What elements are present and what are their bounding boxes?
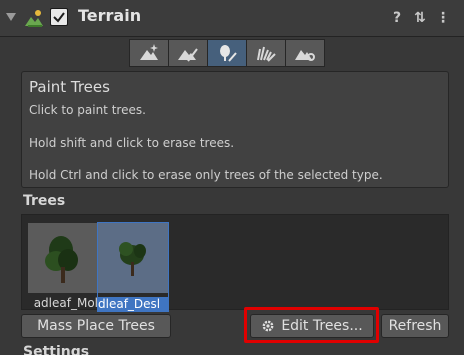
paint-trees-info-box: Paint Trees Click to paint trees. Hold s… xyxy=(21,71,449,188)
terrain-component-icon xyxy=(25,10,43,27)
tree-thumbnail xyxy=(28,223,98,293)
tree-label: adleaf_Mol xyxy=(33,296,98,310)
refresh-button[interactable]: Refresh xyxy=(381,314,449,338)
settings-section-label: Settings xyxy=(23,344,90,355)
terrain-sparkle-icon xyxy=(140,44,158,60)
tool-paint-details[interactable] xyxy=(246,39,286,67)
highlight-annotation xyxy=(244,307,379,343)
tool-paint-trees[interactable] xyxy=(207,39,247,67)
tool-terrain-settings[interactable] xyxy=(285,39,325,67)
trees-section-label: Trees xyxy=(23,193,66,209)
info-title: Paint Trees xyxy=(29,78,110,96)
foldout-arrow-icon[interactable] xyxy=(6,13,16,21)
mass-place-trees-button[interactable]: Mass Place Trees xyxy=(21,314,171,338)
tool-raise-lower[interactable] xyxy=(129,39,169,67)
terrain-brush-icon xyxy=(178,48,198,62)
help-icon[interactable]: ? xyxy=(388,8,406,28)
context-menu-icon[interactable]: ⋮ xyxy=(434,8,452,28)
info-line: Hold Ctrl and click to erase only trees … xyxy=(29,168,383,182)
tree-tile-selected[interactable]: dleaf_Desl xyxy=(97,222,169,312)
tree-label: dleaf_Desl xyxy=(98,297,168,311)
terrain-gear-icon xyxy=(295,50,315,61)
tree-tile[interactable]: adleaf_Mol xyxy=(28,223,98,311)
tree-preview-icon xyxy=(45,236,78,283)
tool-paint-texture[interactable] xyxy=(168,39,208,67)
tree-preview-icon xyxy=(119,242,146,276)
component-header: Terrain ? ⇅ ⋮ xyxy=(0,0,464,37)
checkmark-icon xyxy=(53,12,65,23)
tree-brush-icon xyxy=(220,45,237,62)
presets-icon[interactable]: ⇅ xyxy=(411,8,429,28)
tree-prototype-grid: adleaf_Mol dleaf_Desl xyxy=(21,214,449,312)
grass-brush-icon xyxy=(257,46,276,62)
info-line: Hold shift and click to erase trees. xyxy=(29,136,235,150)
info-line: Click to paint trees. xyxy=(29,103,146,117)
enabled-checkbox[interactable] xyxy=(50,8,68,26)
component-title: Terrain xyxy=(78,6,142,25)
terrain-tool-bar xyxy=(129,39,325,67)
tree-thumbnail xyxy=(98,223,168,293)
